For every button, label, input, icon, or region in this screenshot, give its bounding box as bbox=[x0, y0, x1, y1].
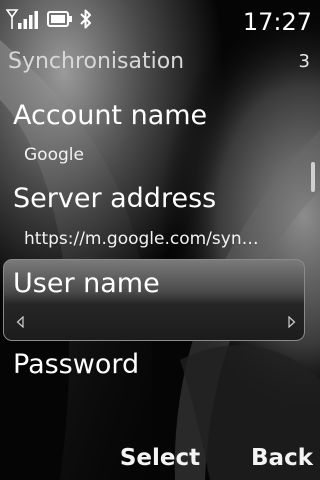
battery-icon bbox=[47, 11, 72, 27]
back-softkey[interactable]: Back bbox=[251, 444, 313, 472]
signal-strength-icon bbox=[6, 9, 38, 29]
title-bar: Synchronisation 3 bbox=[0, 44, 320, 80]
user-name-item[interactable]: User name bbox=[3, 259, 305, 341]
arrow-right-icon[interactable] bbox=[288, 316, 296, 328]
softkey-bar: Select Back bbox=[0, 434, 320, 480]
account-name-label[interactable]: Account name bbox=[13, 100, 207, 132]
page-indicator: 3 bbox=[298, 51, 310, 72]
user-name-label: User name bbox=[13, 268, 160, 299]
scroll-thumb[interactable] bbox=[311, 162, 315, 192]
settings-list: Account name Google Server address https… bbox=[0, 92, 320, 392]
page-title: Synchronisation bbox=[8, 49, 185, 74]
password-label[interactable]: Password bbox=[13, 349, 139, 381]
bluetooth-icon bbox=[80, 9, 91, 29]
scrollbar[interactable] bbox=[311, 84, 315, 388]
account-name-value: Google bbox=[24, 145, 84, 165]
arrow-left-icon[interactable] bbox=[16, 316, 24, 328]
status-bar: 17:27 bbox=[0, 0, 320, 44]
server-address-value: https://m.google.com/syn… bbox=[24, 229, 259, 249]
server-address-label[interactable]: Server address bbox=[13, 183, 216, 215]
clock: 17:27 bbox=[242, 8, 312, 36]
